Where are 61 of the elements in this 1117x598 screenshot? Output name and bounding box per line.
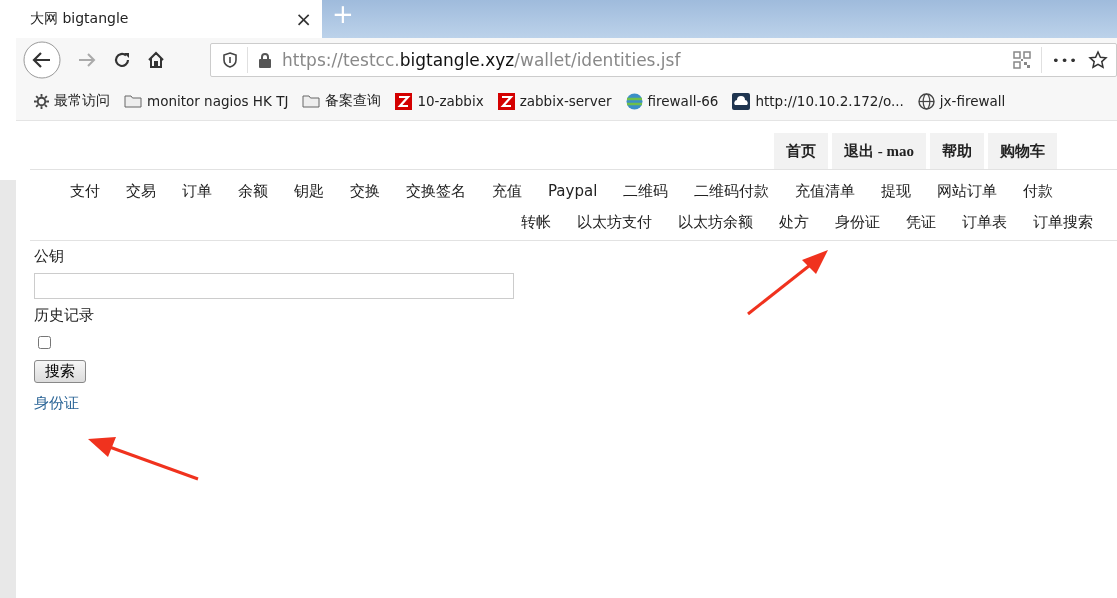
menu-link[interactable]: 订单 xyxy=(182,182,212,201)
globe-icon xyxy=(917,92,935,110)
menu-link[interactable]: 付款 xyxy=(1023,182,1054,201)
menu-link[interactable]: Paypal xyxy=(548,182,598,201)
bookmark[interactable]: monitor nagios HK TJ xyxy=(124,93,289,109)
menu-link[interactable]: 转帐 xyxy=(521,213,551,232)
folder-icon xyxy=(302,94,321,108)
top-nav-link[interactable]: 退出 - mao xyxy=(832,133,926,169)
home-icon[interactable] xyxy=(146,50,166,70)
star-icon[interactable] xyxy=(1088,50,1108,70)
menu-link[interactable]: 以太坊支付 xyxy=(577,213,652,232)
menu-link[interactable]: 钥匙 xyxy=(294,182,324,201)
menu-link[interactable]: 以太坊余额 xyxy=(678,213,753,232)
sphere-icon xyxy=(625,92,643,110)
menu-link[interactable]: 支付 xyxy=(70,182,100,201)
field-label: 历史记录 xyxy=(34,306,94,325)
top-nav-link[interactable]: 首页 xyxy=(774,133,828,169)
cloud-icon xyxy=(732,92,751,110)
menu-link[interactable]: 交易 xyxy=(126,182,156,201)
menu-link[interactable]: 交换签名 xyxy=(406,182,466,201)
menu-link[interactable]: 处方 xyxy=(779,213,809,232)
bookmark[interactable]: 最常访问 xyxy=(34,92,110,110)
address-bar[interactable]: https://testcc.bigtangle.xyz/wallet/identities.jsf ••• xyxy=(210,43,1117,77)
top-nav-link[interactable]: 帮助 xyxy=(930,133,984,169)
gear-icon xyxy=(34,93,49,109)
menu-link[interactable]: 充值 xyxy=(492,182,522,201)
z-logo-icon xyxy=(395,92,413,110)
tab-title: 大网 bigtangle xyxy=(30,10,129,28)
lock-icon xyxy=(258,52,272,68)
qr-code-icon[interactable] xyxy=(1013,51,1031,69)
bookmark[interactable]: jx-firewall xyxy=(917,92,1006,110)
public-key-field[interactable] xyxy=(34,273,514,299)
menu-link[interactable]: 二维码付款 xyxy=(694,182,770,201)
close-tab-button[interactable]: × xyxy=(295,7,312,31)
menu-link[interactable]: 订单表 xyxy=(962,213,1007,232)
menu-link[interactable]: 二维码 xyxy=(623,182,669,201)
folder-icon xyxy=(124,94,142,108)
more-menu-button[interactable]: ••• xyxy=(1052,52,1078,68)
shield-icon xyxy=(223,52,237,68)
bookmark[interactable]: firewall-66 xyxy=(625,92,719,110)
menu-link[interactable]: 身份证 xyxy=(835,213,880,232)
bookmark[interactable]: 备案查询 xyxy=(302,92,382,110)
back-button[interactable] xyxy=(22,40,62,80)
menu-link[interactable]: 网站订单 xyxy=(937,182,998,201)
history-checkbox[interactable] xyxy=(38,336,51,349)
menu-link[interactable]: 订单搜索 xyxy=(1033,213,1093,232)
menu-link[interactable]: 提现 xyxy=(881,182,912,201)
bookmark[interactable]: 10-zabbix xyxy=(395,92,484,110)
menu-link[interactable]: 充值清单 xyxy=(795,182,856,201)
menu-link[interactable]: 余额 xyxy=(238,182,268,201)
bookmark[interactable]: http://10.10.2.172/o... xyxy=(732,92,904,110)
reload-icon[interactable] xyxy=(112,50,132,70)
identity-link[interactable]: 身份证 xyxy=(34,394,79,413)
menu-link[interactable]: 交换 xyxy=(350,182,380,201)
bookmark[interactable]: zabbix-server xyxy=(497,92,612,110)
search-button[interactable]: 搜索 xyxy=(34,360,86,383)
menu-link[interactable]: 凭证 xyxy=(906,213,936,232)
url-text: https://testcc.bigtangle.xyz/wallet/identities.jsf xyxy=(282,50,681,70)
z-logo-icon xyxy=(497,92,515,110)
top-nav-link[interactable]: 购物车 xyxy=(988,133,1057,169)
field-label: 公钥 xyxy=(34,247,64,266)
